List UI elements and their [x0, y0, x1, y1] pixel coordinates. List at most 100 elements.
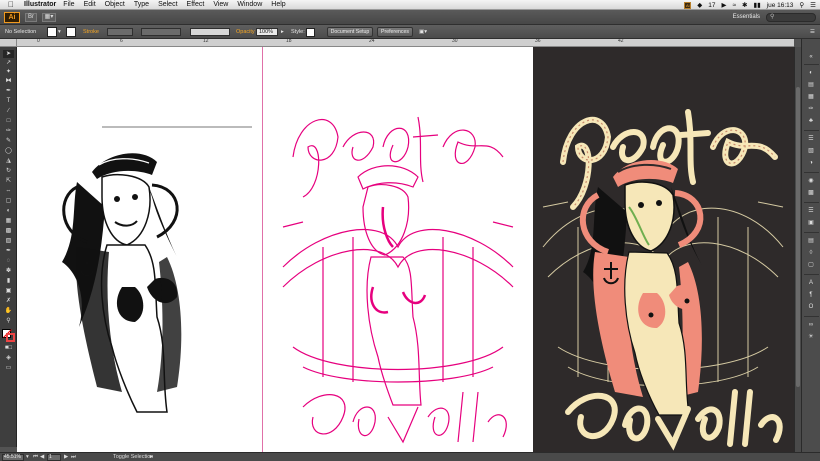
- search-help-field[interactable]: ⚲: [766, 13, 816, 22]
- notification-center-icon[interactable]: ☰: [810, 1, 816, 9]
- artboard-outlines[interactable]: [263, 47, 533, 452]
- horizontal-ruler[interactable]: 0 6 12 18 24 30 36 42: [17, 39, 794, 47]
- menu-type[interactable]: Type: [134, 1, 149, 8]
- blob-brush-tool-icon[interactable]: ◯: [3, 147, 14, 155]
- ruler-origin[interactable]: [0, 39, 17, 47]
- transform-panel-icon[interactable]: ▢: [806, 261, 816, 269]
- battery-icon[interactable]: ▮▮: [754, 1, 761, 9]
- lasso-tool-icon[interactable]: ⧓: [3, 77, 14, 85]
- scrollbar-thumb[interactable]: [796, 87, 800, 387]
- zoom-dropdown-icon[interactable]: ▾: [26, 454, 29, 461]
- menu-window[interactable]: Window: [237, 1, 262, 8]
- workspace-switcher[interactable]: Essentials: [733, 13, 760, 22]
- paragraph-panel-icon[interactable]: ¶: [806, 291, 816, 299]
- menu-clock[interactable]: jue 16:13: [767, 2, 794, 9]
- apple-menu-icon[interactable]: : [6, 0, 16, 9]
- dropbox-icon[interactable]: ◆: [697, 1, 702, 9]
- width-tool-icon[interactable]: ⇔: [3, 187, 14, 195]
- blend-tool-icon[interactable]: ◌: [3, 257, 14, 265]
- status-menu-icon[interactable]: ▸: [150, 454, 153, 461]
- scale-tool-icon[interactable]: ⇱: [3, 177, 14, 185]
- character-panel-icon[interactable]: A: [806, 279, 816, 287]
- stroke-swatch[interactable]: [6, 333, 15, 342]
- appearance-panel-icon[interactable]: ◉: [806, 177, 816, 185]
- document-setup-button[interactable]: Document Setup: [327, 27, 373, 37]
- rectangle-tool-icon[interactable]: □: [3, 117, 14, 125]
- zoom-level-field[interactable]: 45.51%: [2, 454, 24, 461]
- free-transform-tool-icon[interactable]: ▢: [3, 197, 14, 205]
- ai-status-icon[interactable]: Ai: [684, 1, 692, 9]
- layers-panel-icon[interactable]: ☰: [806, 207, 816, 215]
- gradient-tool-icon[interactable]: ▧: [3, 237, 14, 245]
- opentype-panel-icon[interactable]: O: [806, 303, 816, 311]
- symbols-panel-icon[interactable]: ♣: [806, 117, 816, 125]
- eraser-tool-icon[interactable]: ◮: [3, 157, 14, 165]
- zoom-tool-icon[interactable]: ⚲: [3, 317, 14, 325]
- selection-tool-icon[interactable]: ➤: [3, 50, 14, 58]
- next-artboard-icon[interactable]: ▶: [64, 454, 68, 461]
- rotate-tool-icon[interactable]: ↻: [3, 167, 14, 175]
- color-guide-icon[interactable]: ▤: [806, 81, 816, 89]
- slice-tool-icon[interactable]: ✗: [3, 297, 14, 305]
- first-artboard-icon[interactable]: ⏮: [33, 454, 38, 461]
- type-tool-icon[interactable]: T: [3, 97, 14, 105]
- pen-tool-icon[interactable]: ✒: [3, 87, 14, 95]
- wifi-icon[interactable]: ≈: [732, 2, 736, 9]
- artboard-number-field[interactable]: 1: [47, 454, 61, 461]
- fill-stroke-widget[interactable]: [2, 329, 15, 342]
- menu-edit[interactable]: Edit: [84, 1, 96, 8]
- eyedropper-tool-icon[interactable]: ✒: [3, 247, 14, 255]
- app-menu[interactable]: Illustrator: [24, 1, 56, 8]
- menu-help[interactable]: Help: [271, 1, 285, 8]
- mesh-tool-icon[interactable]: ▩: [3, 227, 14, 235]
- drawing-mode-icon[interactable]: ◈: [3, 354, 14, 362]
- opacity-label[interactable]: Opacity: [236, 27, 255, 37]
- screen-mode-icon[interactable]: ▭: [3, 364, 14, 372]
- stroke-label[interactable]: Stroke: [83, 27, 99, 37]
- status-tool-hint[interactable]: Toggle Selection: [113, 454, 153, 461]
- stroke-color-swatch[interactable]: [66, 27, 76, 37]
- volume-icon[interactable]: ▶: [721, 1, 726, 9]
- image-trace-panel-icon[interactable]: ☀: [806, 333, 816, 341]
- artboards-panel-icon[interactable]: ▣: [806, 219, 816, 227]
- color-mode-icons[interactable]: ■□: [3, 344, 14, 352]
- transparency-panel-icon[interactable]: ◑: [806, 159, 816, 167]
- vertical-scrollbar[interactable]: [794, 47, 801, 452]
- menu-file[interactable]: File: [63, 1, 74, 8]
- stroke-weight-field[interactable]: [107, 28, 133, 36]
- paintbrush-tool-icon[interactable]: ✑: [3, 127, 14, 135]
- links-panel-icon[interactable]: ∞: [806, 321, 816, 329]
- opacity-dropdown-icon[interactable]: ▸: [281, 27, 284, 37]
- chevron-down-icon[interactable]: ▾: [58, 27, 61, 37]
- artboard-lineart[interactable]: [17, 47, 262, 452]
- menu-view[interactable]: View: [213, 1, 228, 8]
- brush-definition[interactable]: [190, 28, 230, 36]
- fill-color-swatch[interactable]: [47, 27, 57, 37]
- arrange-icon[interactable]: ▣▾: [419, 27, 427, 37]
- last-artboard-icon[interactable]: ⏭: [71, 454, 76, 461]
- collapse-dock-icon[interactable]: «: [806, 53, 816, 61]
- menu-select[interactable]: Select: [158, 1, 177, 8]
- artboard-tool-icon[interactable]: ▣: [3, 287, 14, 295]
- panel-menu-icon[interactable]: ☰: [810, 27, 815, 37]
- magic-wand-tool-icon[interactable]: ✦: [3, 68, 14, 76]
- previous-artboard-icon[interactable]: ◀: [40, 454, 44, 461]
- graphic-styles-panel-icon[interactable]: ▩: [806, 189, 816, 197]
- direct-selection-tool-icon[interactable]: ↗: [3, 59, 14, 67]
- variable-width-profile[interactable]: [141, 28, 181, 36]
- perspective-grid-tool-icon[interactable]: ▦: [3, 217, 14, 225]
- stroke-panel-icon[interactable]: ☰: [806, 135, 816, 143]
- column-graph-tool-icon[interactable]: ▮: [3, 277, 14, 285]
- gradient-panel-icon[interactable]: ▧: [806, 147, 816, 155]
- brushes-panel-icon[interactable]: ✑: [806, 105, 816, 113]
- graphic-style-swatch[interactable]: [306, 28, 315, 37]
- pencil-tool-icon[interactable]: ✎: [3, 137, 14, 145]
- document-canvas[interactable]: [17, 47, 794, 452]
- color-panel-icon[interactable]: ◐: [806, 69, 816, 77]
- line-tool-icon[interactable]: ∕: [3, 107, 14, 115]
- align-panel-icon[interactable]: ▤: [806, 237, 816, 245]
- arrange-documents-icon[interactable]: ▦▾: [42, 13, 56, 22]
- shape-builder-tool-icon[interactable]: ◐: [3, 207, 14, 215]
- pathfinder-panel-icon[interactable]: ◊: [806, 249, 816, 257]
- preferences-button[interactable]: Preferences: [377, 27, 413, 37]
